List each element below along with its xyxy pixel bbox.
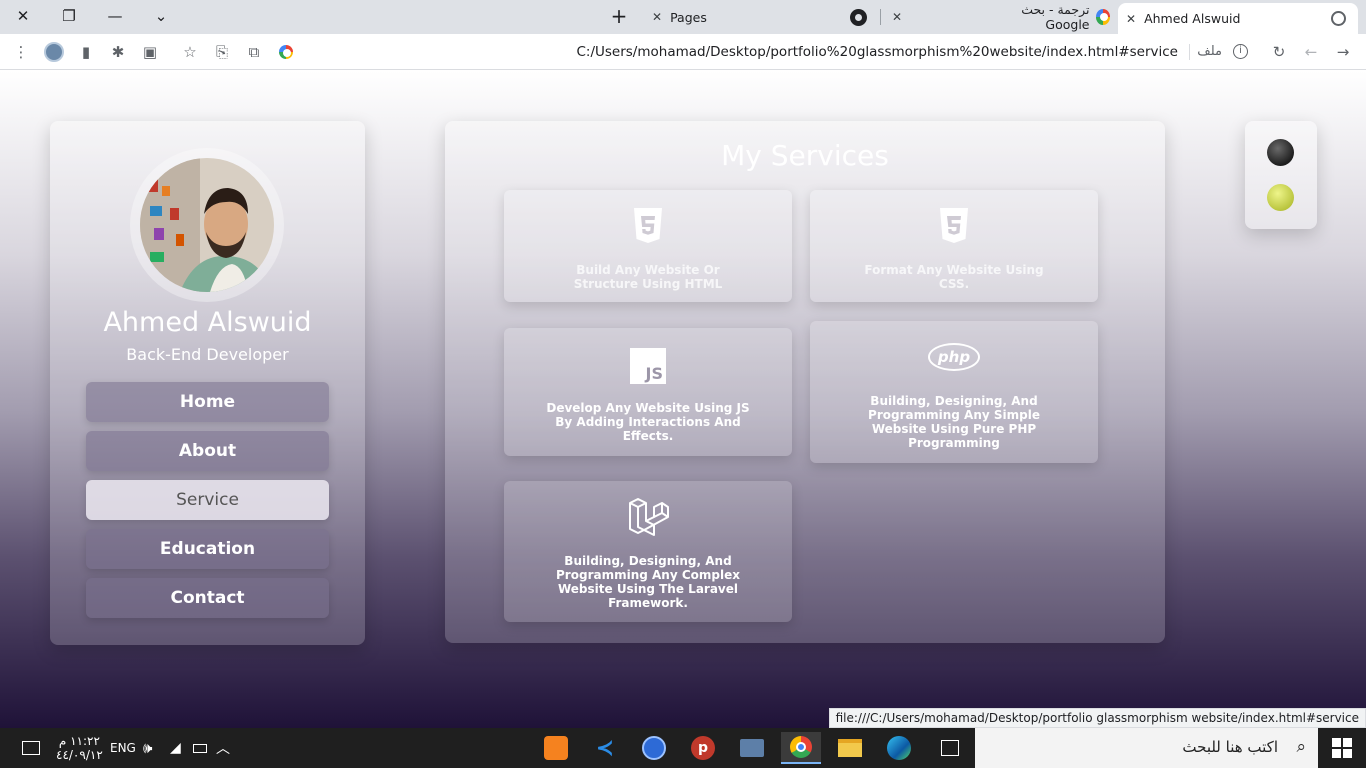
reload-icon[interactable]: ↻ — [1268, 41, 1290, 63]
vscode-icon[interactable]: ≺ — [585, 732, 625, 764]
php-icon: php — [928, 343, 980, 371]
site-info-icon[interactable]: i — [1233, 44, 1248, 59]
tab-title: ترجمة - بحث Google — [1021, 2, 1090, 32]
link-status-bar: file:///C:/Users/mohamad/Desktop/portfol… — [828, 708, 1366, 728]
search-icon: ⌕ — [1296, 737, 1306, 757]
edge-icon[interactable] — [879, 732, 919, 764]
nav-home-button[interactable]: Home — [86, 382, 329, 422]
back-arrow-icon[interactable]: ← — [1300, 41, 1322, 63]
address-divider — [1189, 44, 1190, 60]
theme-switch — [1245, 121, 1317, 229]
battery-icon[interactable] — [193, 728, 207, 768]
services-title: My Services — [721, 139, 889, 172]
profile-card: Ahmed Alswuid Back-End Developer Home Ab… — [50, 121, 365, 645]
show-hidden-icons-chevron[interactable]: ︿ — [216, 728, 230, 768]
close-tab-icon[interactable]: ✕ — [892, 10, 902, 24]
clock-time: ١١:٢٢ م — [58, 734, 100, 748]
extensions-icon[interactable]: ✱ — [107, 41, 129, 63]
globe-icon — [1331, 11, 1346, 26]
nav-contact-button[interactable]: Contact — [86, 578, 329, 618]
tab-github[interactable] — [850, 3, 880, 31]
profile-role: Back-End Developer — [126, 345, 289, 364]
nav-about-button[interactable]: About — [86, 431, 329, 471]
services-panel: My Services Build Any Website Or Structu… — [445, 121, 1165, 643]
clock-date: ٤٤/٠٩/١٢ — [56, 748, 103, 762]
profile-name: Ahmed Alswuid — [103, 307, 312, 338]
service-card-text: Build Any Website Or Structure Using HTM… — [573, 263, 723, 291]
notifications-icon[interactable] — [22, 728, 40, 768]
google-icon — [1095, 9, 1110, 25]
close-icon: ✕ — [16, 7, 30, 25]
page-viewport: Ahmed Alswuid Back-End Developer Home Ab… — [0, 71, 1366, 728]
profile-avatar-icon[interactable] — [43, 41, 65, 63]
google-lens-icon[interactable] — [275, 41, 297, 63]
translate-icon[interactable]: ⧉ — [243, 41, 265, 63]
taskbar: ١١:٢٢ م ٤٤/٠٩/١٢ ENG 🕪 ◢ ︿ ≺ p اكتب هنا … — [0, 728, 1366, 768]
file-explorer-icon[interactable] — [830, 732, 870, 764]
service-card-text: Develop Any Website Using JS By Adding I… — [546, 401, 750, 443]
service-card-text: Building, Designing, And Programming Any… — [556, 554, 740, 610]
tab-title: Pages — [670, 9, 707, 25]
clock[interactable]: ١١:٢٢ م ٤٤/٠٩/١٢ — [56, 728, 103, 768]
js-icon: JS — [630, 348, 666, 384]
github-icon — [850, 8, 867, 26]
windows-logo-icon — [1332, 738, 1352, 758]
service-card-text: Format Any Website Using CSS. — [864, 263, 1044, 291]
dark-theme-dot[interactable] — [1267, 139, 1294, 166]
tab-title: Ahmed Alswuid — [1144, 11, 1241, 26]
xampp-icon[interactable] — [536, 732, 576, 764]
share-icon[interactable]: ⎘ — [211, 41, 233, 63]
chrome-icon[interactable] — [781, 732, 821, 764]
tab-strip: ✕ ❐ — ⌄ + ✕ Pages ✕ ترجمة - بحث Google ✕… — [0, 0, 1366, 34]
task-view-icon[interactable] — [930, 732, 970, 764]
wifi-icon[interactable]: ◢ — [170, 728, 181, 768]
bookmark-star-icon[interactable]: ☆ — [179, 41, 201, 63]
close-window-button[interactable]: ✕ — [0, 0, 46, 32]
side-panel-icon[interactable]: ▮ — [75, 41, 97, 63]
tab-google-translate[interactable]: ✕ ترجمة - بحث Google — [884, 2, 1110, 32]
taskbar-search-placeholder: اكتب هنا للبحث — [1182, 738, 1278, 756]
browser-toolbar: ⋮ ▮ ✱ ▣ ☆ ⎘ ⧉ C:/Users/mohamad/Desktop/p… — [0, 34, 1366, 70]
address-bar[interactable]: C:/Users/mohamad/Desktop/portfolio%20gla… — [306, 37, 1258, 67]
close-tab-icon[interactable]: ✕ — [652, 10, 662, 24]
start-button[interactable] — [1318, 728, 1366, 768]
light-theme-dot[interactable] — [1267, 184, 1294, 211]
close-tab-icon[interactable]: ✕ — [1126, 12, 1136, 26]
service-card-js: JS Develop Any Website Using JS By Addin… — [504, 328, 792, 456]
tab-search-button[interactable]: ⌄ — [138, 0, 184, 32]
service-card-laravel: Building, Designing, And Programming Any… — [504, 481, 792, 622]
nav-service-button[interactable]: Service — [86, 480, 329, 520]
input-language[interactable]: ENG — [110, 728, 136, 768]
volume-icon[interactable]: 🕪 — [143, 728, 152, 768]
app-icon[interactable] — [634, 732, 674, 764]
file-label: ملف — [1197, 44, 1222, 59]
tab-pages[interactable]: ✕ Pages — [644, 3, 844, 31]
forward-arrow-icon[interactable]: → — [1332, 41, 1354, 63]
service-card-css: Format Any Website Using CSS. — [810, 190, 1098, 302]
avatar-ring — [130, 148, 284, 302]
service-card-php: php Building, Designing, And Programming… — [810, 321, 1098, 463]
plus-icon: + — [610, 4, 628, 28]
extension-image-icon[interactable]: ▣ — [139, 41, 161, 63]
laravel-icon — [629, 498, 669, 536]
restore-window-button[interactable]: ❐ — [46, 0, 92, 32]
taskbar-search-box[interactable]: اكتب هنا للبحث ⌕ — [975, 728, 1318, 768]
tab-ahmed-alswuid[interactable]: ✕ Ahmed Alswuid — [1118, 3, 1358, 34]
new-tab-button[interactable]: + — [596, 0, 642, 32]
service-card-html: Build Any Website Or Structure Using HTM… — [504, 190, 792, 302]
chevron-down-icon: ⌄ — [154, 7, 168, 25]
url-text[interactable]: C:/Users/mohamad/Desktop/portfolio%20gla… — [576, 44, 1178, 60]
avatar — [140, 158, 274, 292]
tab-divider — [880, 9, 881, 25]
minimize-icon: — — [107, 7, 123, 25]
nav-education-button[interactable]: Education — [86, 529, 329, 569]
css3-icon — [940, 208, 968, 243]
service-card-text: Building, Designing, And Programming Any… — [868, 394, 1040, 450]
menu-kebab-icon[interactable]: ⋮ — [10, 41, 32, 63]
postman-icon[interactable]: p — [683, 732, 723, 764]
restore-icon: ❐ — [62, 7, 76, 25]
tools-icon[interactable] — [732, 732, 772, 764]
html5-icon — [634, 208, 662, 243]
minimize-window-button[interactable]: — — [92, 0, 138, 32]
